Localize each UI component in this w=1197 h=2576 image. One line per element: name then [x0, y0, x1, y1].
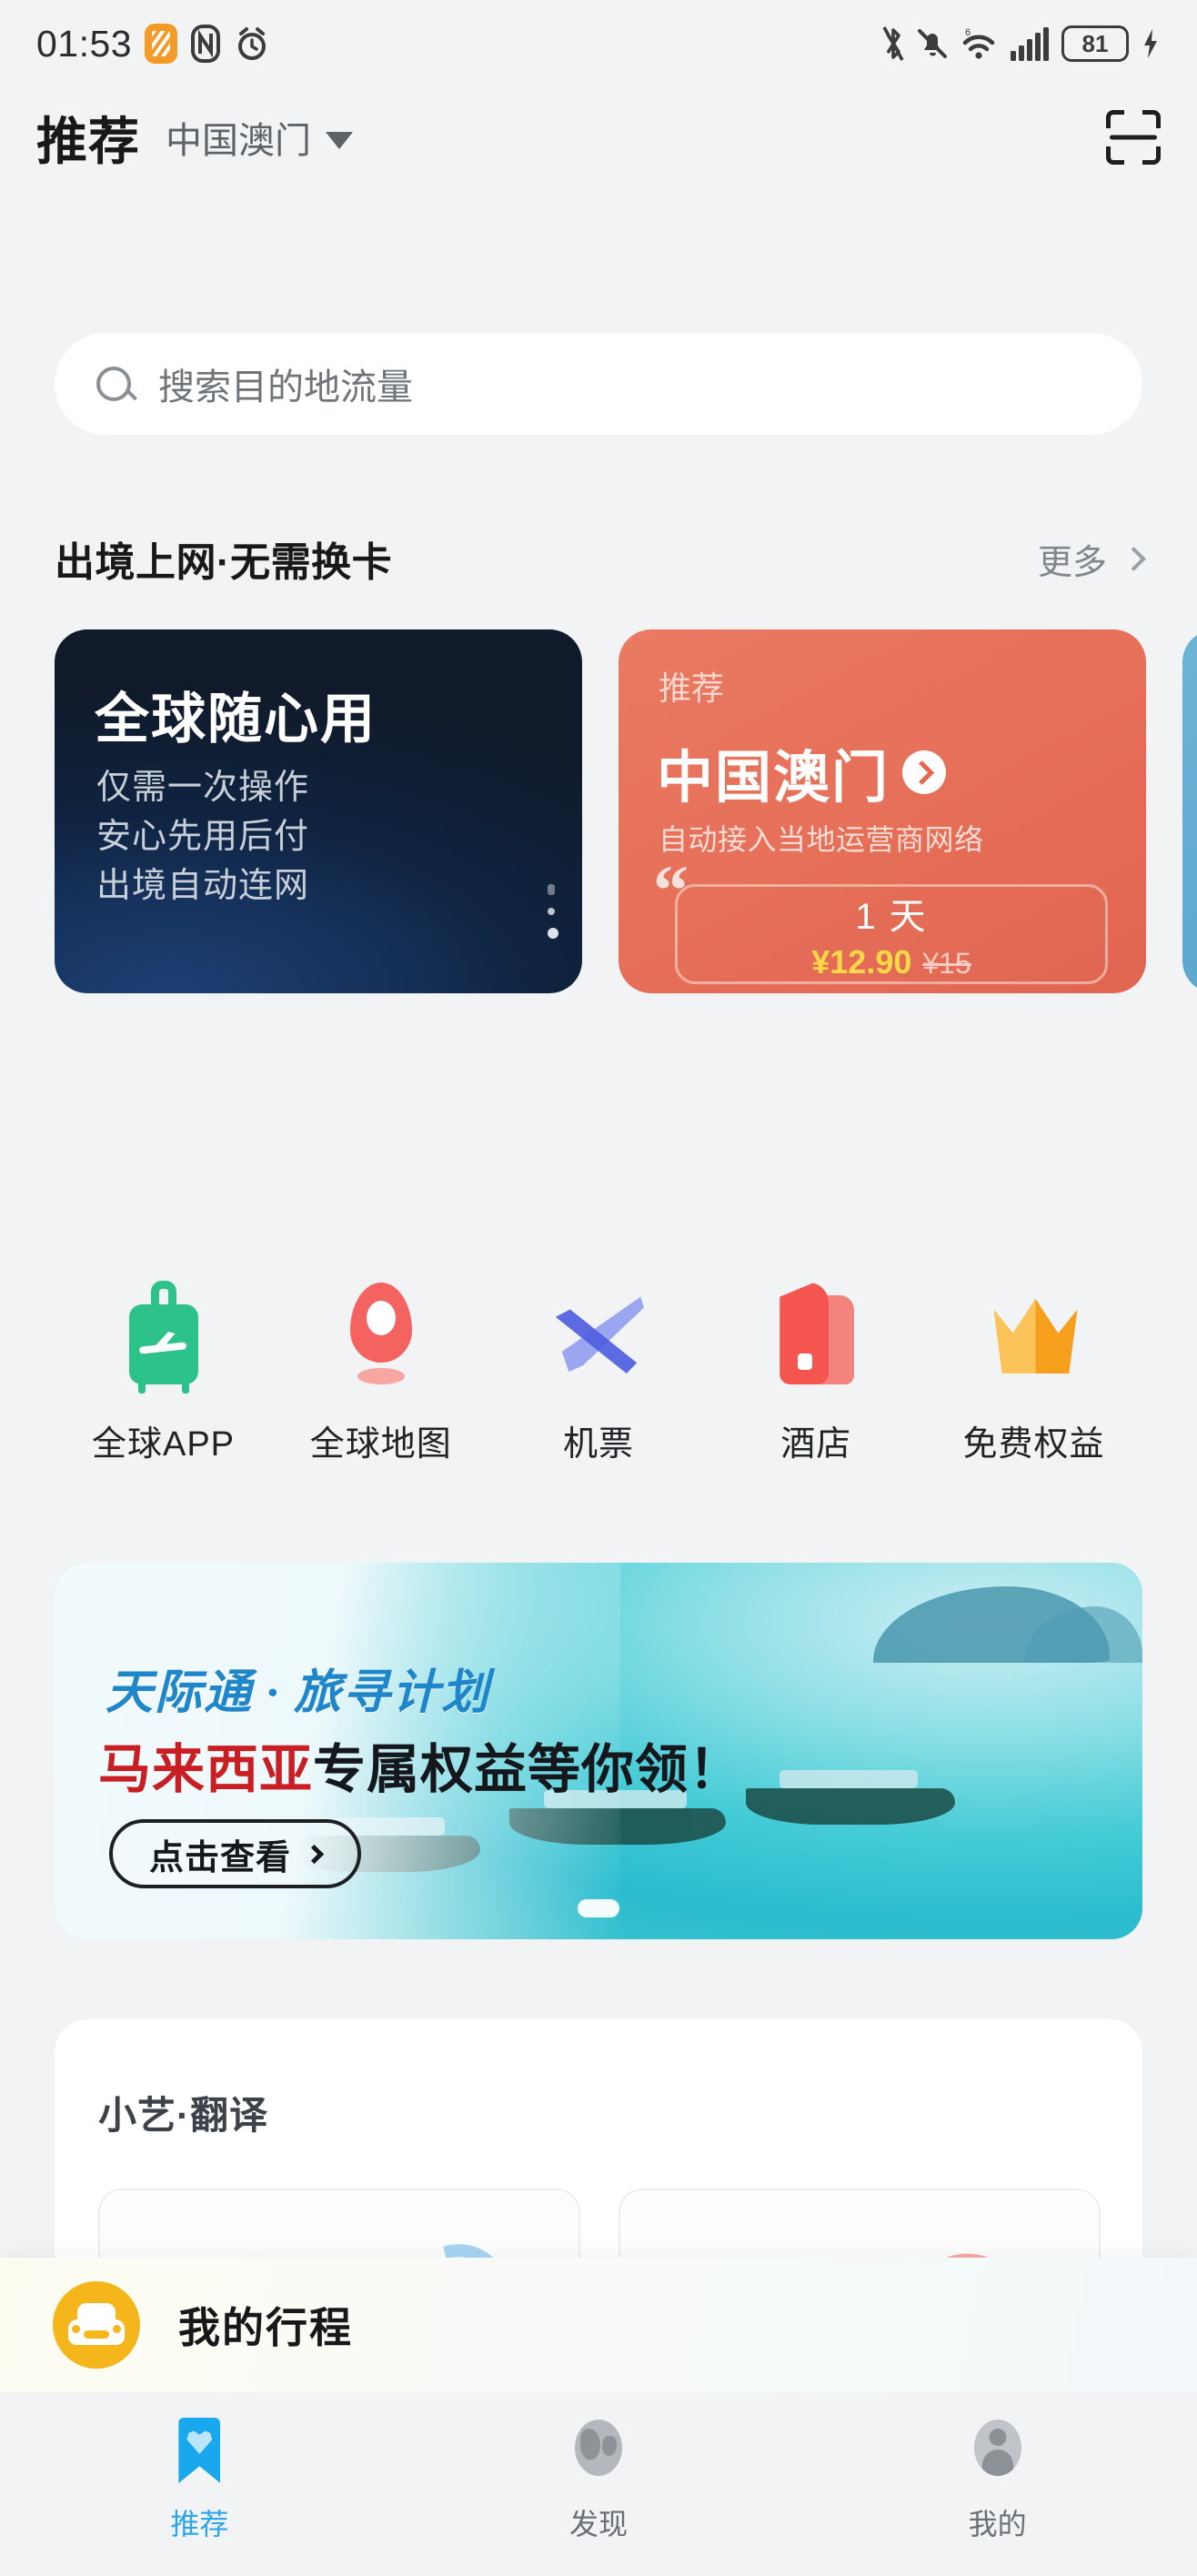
quick-action-label: 全球地图: [309, 1425, 452, 1464]
global-plan-card[interactable]: 全球随心用 仅需一次操作 安心先用后付 出境自动连网: [55, 629, 582, 993]
quick-action-label: 免费权益: [962, 1425, 1105, 1464]
city-selector-label[interactable]: 中国澳门: [166, 111, 311, 164]
bookmark-heart-icon: [167, 2414, 231, 2485]
feature-line: 安心先用后付: [96, 817, 310, 856]
battery-indicator: 81: [1061, 25, 1129, 62]
nav-item-recommend[interactable]: 推荐: [0, 2414, 399, 2543]
nav-item-label: 发现: [569, 2508, 629, 2541]
my-trip-label: 我的行程: [178, 2304, 353, 2351]
quick-actions-row: 全球APP 全球地图 机票 酒店 免费权益: [55, 1273, 1142, 1519]
signal-bars-icon: [1011, 27, 1049, 61]
plan-duration: 1 天: [855, 897, 928, 937]
next-offer-card-peek[interactable]: [1182, 629, 1197, 993]
banner-kicker: 天际通 · 旅寻计划: [106, 1667, 491, 1719]
quick-action-global-app[interactable]: 全球APP: [55, 1273, 272, 1519]
chevron-down-icon[interactable]: [326, 131, 353, 149]
macau-offer-card[interactable]: 推荐 中国澳门 自动接入当地运营商网络 “ 1 天 ¥12.90 ¥15: [619, 629, 1146, 993]
alarm-icon: [238, 27, 267, 60]
banner-headline-rest: 专属权益等你领！: [313, 1740, 743, 1799]
crown-icon: [980, 1273, 1089, 1394]
banner-boat: [746, 1770, 955, 1825]
quick-action-flights[interactable]: 机票: [490, 1273, 708, 1519]
feature-line: 仅需一次操作: [96, 769, 310, 807]
translate-card-title: 小艺·翻译: [98, 2094, 268, 2137]
arrow-right-circle-icon[interactable]: [902, 750, 947, 794]
status-bar-right: 6 81: [881, 25, 1161, 63]
quick-action-label: 机票: [562, 1425, 634, 1464]
more-link[interactable]: 更多: [1038, 534, 1107, 584]
price-box[interactable]: 1 天 ¥12.90 ¥15: [675, 884, 1108, 984]
status-bar-left: 01:53: [36, 23, 270, 65]
map-pin-icon: [327, 1273, 436, 1394]
person-icon: [966, 2414, 1030, 2485]
recommend-tag: 推荐: [659, 669, 725, 707]
banner-headline: 马来西亚专属权益等你领！: [98, 1726, 742, 1803]
chevron-right-icon[interactable]: [1122, 546, 1146, 571]
macau-card-subtitle: 自动接入当地运营商网络: [659, 823, 984, 856]
global-plan-title: 全球随心用: [95, 689, 377, 750]
nav-item-discover[interactable]: 发现: [399, 2414, 799, 2543]
silent-bell-icon: [918, 29, 947, 58]
page-header: 推荐 中国澳门: [0, 87, 1197, 187]
quick-action-label: 酒店: [780, 1425, 852, 1464]
current-price: ¥12.90: [811, 943, 912, 981]
nav-item-label: 推荐: [170, 2508, 229, 2541]
section-title: 出境上网·无需换卡: [55, 540, 393, 585]
charging-bolt-icon: [1144, 29, 1157, 58]
page-title: 推荐: [36, 112, 140, 170]
original-price: ¥15: [922, 947, 971, 980]
status-bar: 01:53 6 81: [0, 0, 1197, 87]
promo-banner[interactable]: 天际通 · 旅寻计划 马来西亚专属权益等你领！ 点击查看: [55, 1563, 1142, 1939]
search-placeholder: 搜索目的地流量: [158, 367, 413, 408]
nav-item-profile[interactable]: 我的: [798, 2414, 1197, 2543]
quick-action-free-benefits[interactable]: 免费权益: [925, 1273, 1142, 1519]
search-input[interactable]: 搜索目的地流量: [55, 333, 1142, 435]
macau-card-city: 中国澳门: [657, 747, 890, 810]
banner-carousel-indicator[interactable]: [578, 1899, 619, 1917]
banner-cta-button[interactable]: 点击查看: [109, 1819, 362, 1888]
my-trip-bar[interactable]: 我的行程: [0, 2258, 1197, 2392]
suitcase-icon: [109, 1273, 218, 1394]
svg-text:6: 6: [965, 27, 971, 38]
feature-line: 出境自动连网: [96, 866, 310, 905]
global-plan-features: 仅需一次操作 安心先用后付 出境自动连网: [96, 764, 309, 911]
banner-headline-highlight: 马来西亚: [98, 1740, 314, 1799]
quick-action-label: 全球APP: [91, 1425, 236, 1464]
bottom-nav: 推荐 发现 我的: [0, 2392, 1197, 2576]
search-icon: [96, 367, 131, 401]
nav-item-label: 我的: [968, 2508, 1027, 2541]
chevron-right-icon: [304, 1844, 325, 1864]
bluetooth-icon: [882, 26, 904, 61]
macau-card-city-row: 中国澳门: [657, 731, 947, 813]
wifi-6plus-icon: 6: [962, 27, 995, 59]
app-orange-icon: [145, 24, 178, 64]
car-icon: [53, 2281, 140, 2369]
globe-icon: [567, 2414, 630, 2485]
hotel-icon: [761, 1273, 870, 1394]
card-indicator-dots: [548, 884, 558, 951]
status-time: 01:53: [36, 22, 133, 65]
app-screen: 01:53 6 81 推荐 中国澳门 搜索目的地流量 出境上网·无需换卡 更多 …: [0, 0, 1197, 2576]
banner-cta-label: 点击查看: [149, 1838, 292, 1877]
section-header: 出境上网·无需换卡 更多: [55, 529, 1146, 588]
offer-card-carousel[interactable]: 全球随心用 仅需一次操作 安心先用后付 出境自动连网 推荐 中国澳门 自动接入当…: [55, 629, 1197, 993]
quick-action-global-map[interactable]: 全球地图: [272, 1273, 489, 1519]
nfc-icon: [191, 25, 221, 63]
scan-icon[interactable]: [1106, 110, 1161, 165]
quick-action-hotels[interactable]: 酒店: [708, 1273, 925, 1519]
price-row: ¥12.90 ¥15: [811, 943, 971, 981]
airplane-icon: [544, 1273, 653, 1394]
